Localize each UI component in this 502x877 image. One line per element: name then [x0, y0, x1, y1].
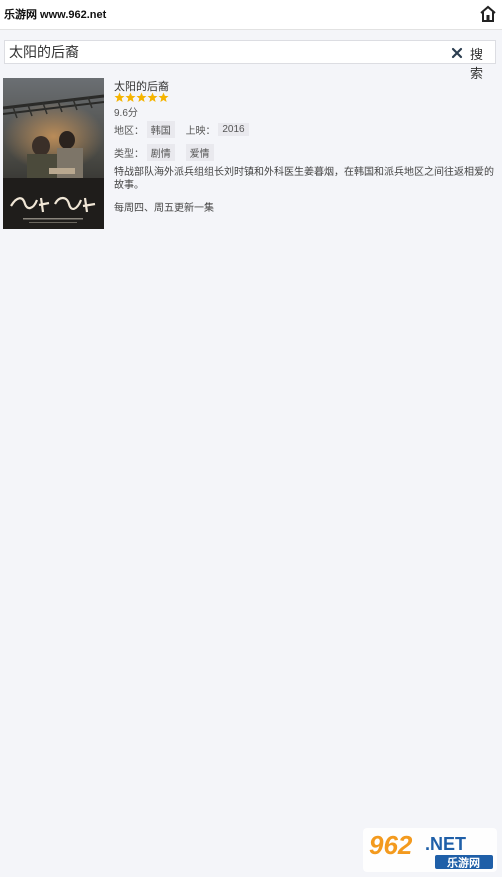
score-text: 9.6分 [114, 108, 138, 119]
search-bar: 搜索 [4, 40, 496, 81]
description: 特战部队海外派兵组组长刘时镇和外科医生姜暮烟，在韩国和派兵地区之间往返相爱的故事… [114, 167, 494, 191]
meta-row-genre: 类型： 剧情 爱情 [114, 144, 222, 161]
search-button[interactable]: 搜索 [470, 44, 495, 82]
site-label: 乐游网 www.962.net [4, 9, 107, 21]
region-label: 地区： [114, 126, 144, 137]
search-input[interactable] [5, 41, 409, 63]
region-tag[interactable]: 韩国 [146, 121, 175, 138]
release-year-tag[interactable]: 2016 [218, 123, 249, 136]
home-icon[interactable] [479, 4, 497, 24]
svg-text:962: 962 [369, 830, 413, 860]
genre-tag[interactable]: 爱情 [185, 144, 214, 161]
genre-tag[interactable]: 剧情 [146, 144, 175, 161]
top-bar: 乐游网 www.962.net [0, 0, 502, 30]
close-icon[interactable] [451, 46, 463, 59]
svg-text:乐游网: 乐游网 [447, 856, 480, 870]
release-label: 上映： [185, 126, 216, 137]
movie-poster[interactable] [3, 78, 104, 229]
result-item[interactable]: 太阳的后裔 9.6分 地区： 韩国 上映： 2016 类型： 剧情 爱情 特战部… [3, 78, 499, 230]
svg-text:.NET: .NET [425, 834, 466, 854]
schedule-text: 每周四、周五更新一集 [114, 203, 214, 214]
meta-row-region: 地区： 韩国 上映： 2016 [114, 121, 257, 138]
rating-stars [114, 90, 169, 102]
site-watermark-logo: 962 .NET 乐游网 [363, 828, 497, 872]
genre-label: 类型： [114, 149, 144, 160]
